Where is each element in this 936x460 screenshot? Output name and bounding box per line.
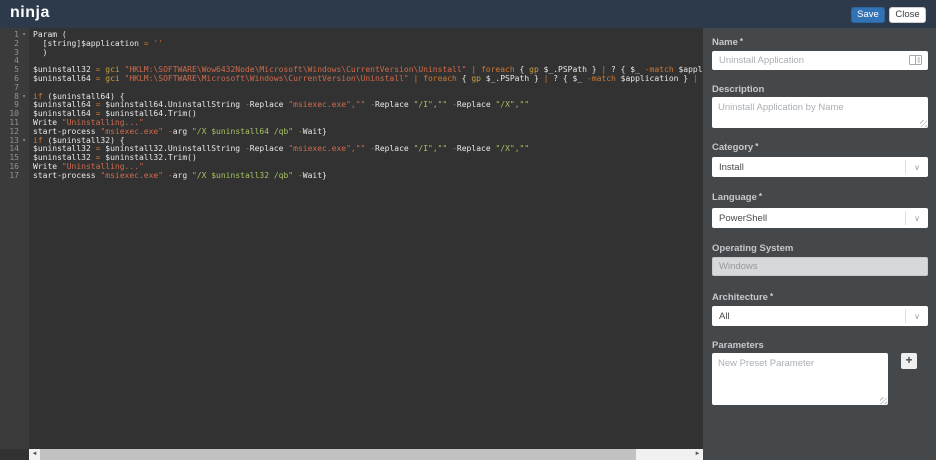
chevron-down-icon: ∨	[906, 214, 928, 223]
keyboard-icon	[909, 52, 922, 70]
horizontal-scrollbar[interactable]: ◄ ►	[29, 449, 703, 460]
category-select[interactable]: Install ∨	[712, 157, 928, 177]
architecture-select[interactable]: All ∨	[712, 306, 928, 326]
top-header: ninja Save Close	[0, 0, 936, 28]
code-line[interactable]: start-process "msiexec.exe" -arg "/X $un…	[33, 172, 703, 181]
fold-spacer	[19, 172, 29, 181]
code-line[interactable]: start-process "msiexec.exe" -arg "/X $un…	[33, 128, 703, 137]
save-button[interactable]: Save	[851, 7, 885, 23]
code-line[interactable]: [string]$application = ''	[33, 40, 703, 49]
language-select[interactable]: PowerShell ∨	[712, 208, 928, 228]
fold-spacer	[19, 57, 29, 66]
fold-marker-icon[interactable]: ▾	[19, 93, 29, 102]
fold-spacer	[19, 154, 29, 163]
fold-spacer	[19, 49, 29, 58]
fold-spacer	[19, 84, 29, 93]
fold-spacer	[19, 163, 29, 172]
language-value: PowerShell	[712, 213, 905, 224]
required-asterisk: *	[755, 142, 758, 151]
script-settings-panel: Name* Description Category* Install ∨ La…	[703, 28, 936, 460]
fold-spacer	[19, 75, 29, 84]
parameters-textarea[interactable]	[712, 353, 888, 405]
fold-spacer	[19, 101, 29, 110]
required-asterisk: *	[759, 192, 762, 201]
code-line[interactable]: $uninstall64 = gci "HKLM:\SOFTWARE\Micro…	[33, 75, 703, 84]
required-asterisk: *	[770, 292, 773, 301]
script-editor[interactable]: 1▾2345678▾910111213▾14151617 Param ( [st…	[0, 28, 703, 460]
operating-system-input	[712, 257, 928, 276]
architecture-value: All	[712, 311, 905, 322]
parameters-label: Parameters	[712, 340, 764, 351]
gutter-line-numbers: 1▾2345678▾910111213▾14151617	[0, 28, 29, 181]
description-label: Description	[712, 84, 764, 95]
fold-spacer	[19, 66, 29, 75]
name-label: Name*	[712, 37, 743, 48]
add-parameter-button[interactable]: +	[901, 353, 917, 369]
name-input[interactable]	[712, 51, 928, 70]
code-line[interactable]	[33, 84, 703, 93]
category-value: Install	[712, 162, 905, 173]
chevron-down-icon: ∨	[906, 163, 928, 172]
fold-marker-icon[interactable]: ▾	[19, 137, 29, 146]
scrollbar-thumb[interactable]	[40, 449, 636, 460]
scroll-left-arrow-icon[interactable]: ◄	[29, 449, 40, 460]
fold-spacer	[19, 145, 29, 154]
line-number: 17	[0, 172, 29, 181]
fold-marker-icon[interactable]: ▾	[19, 31, 29, 40]
architecture-label: Architecture*	[712, 292, 773, 303]
fold-spacer	[19, 128, 29, 137]
code-lines[interactable]: Param ( [string]$application = '' )$unin…	[33, 31, 703, 448]
fold-spacer	[19, 110, 29, 119]
operating-system-label: Operating System	[712, 243, 793, 254]
fold-spacer	[19, 119, 29, 128]
code-line[interactable]: )	[33, 49, 703, 58]
description-textarea[interactable]	[712, 97, 928, 128]
fold-spacer	[19, 40, 29, 49]
ninja-logo: ninja	[10, 4, 50, 22]
language-label: Language*	[712, 192, 762, 203]
editor-gutter: 1▾2345678▾910111213▾14151617	[0, 28, 29, 449]
required-asterisk: *	[740, 37, 743, 46]
category-label: Category*	[712, 142, 758, 153]
scrollbar-track[interactable]	[636, 449, 692, 460]
close-button[interactable]: Close	[889, 7, 926, 23]
chevron-down-icon: ∨	[906, 312, 928, 321]
scroll-right-arrow-icon[interactable]: ►	[692, 449, 703, 460]
